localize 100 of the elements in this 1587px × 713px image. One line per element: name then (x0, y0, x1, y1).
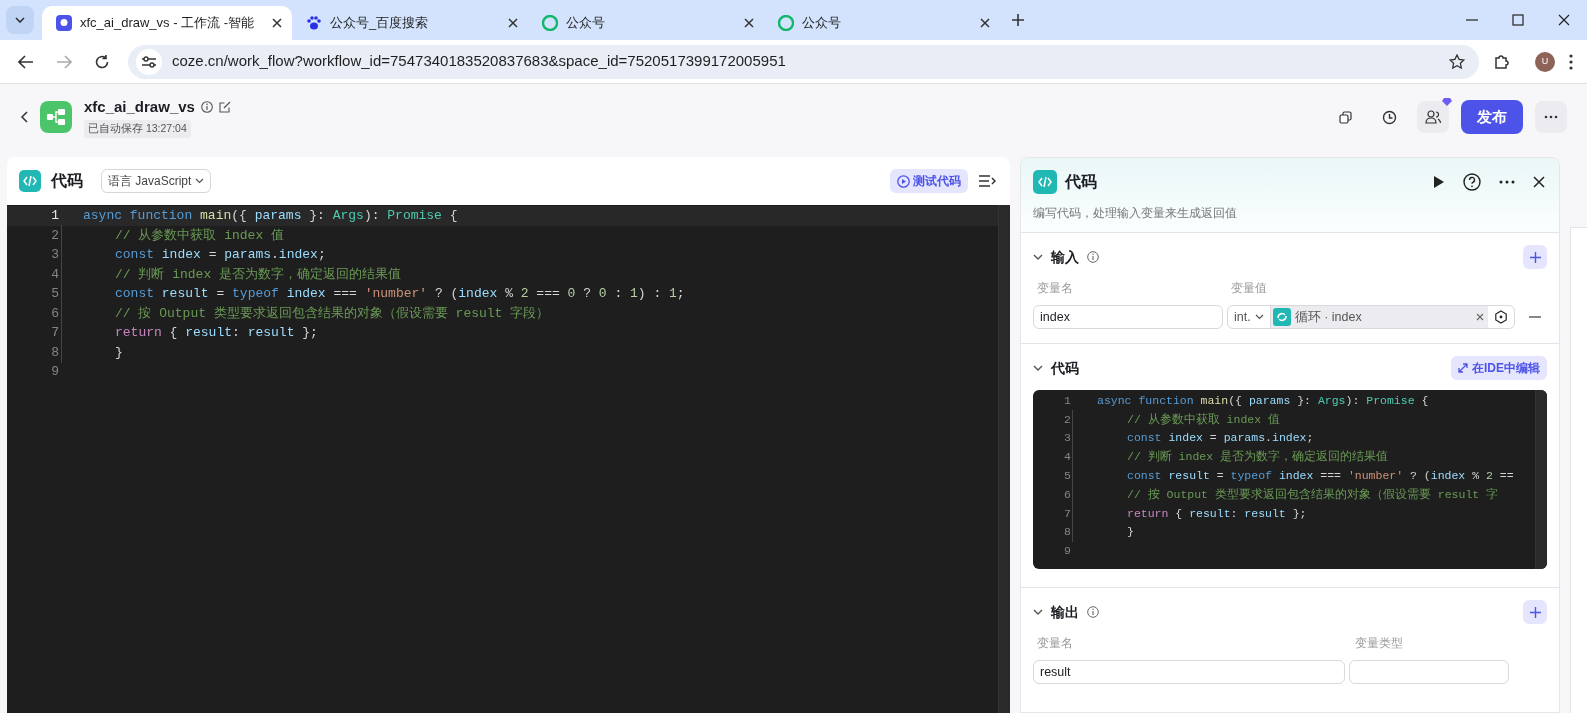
edit-icon[interactable] (218, 101, 231, 114)
chevron-down-icon (15, 17, 25, 23)
close-icon (980, 18, 990, 28)
section-title: 代码 (1051, 358, 1079, 378)
column-label: 变量名 (1037, 635, 1074, 653)
line-number: 5 (50, 285, 59, 303)
plus-icon (1012, 14, 1024, 26)
publish-button[interactable]: 发布 (1461, 99, 1523, 135)
copy-icon (1338, 110, 1352, 124)
code-text: const index = params.index; (59, 245, 326, 265)
code-text: const result = typeof index === 'number' ? (index % 2 == (1071, 466, 1514, 485)
chevron-icon[interactable] (1033, 252, 1043, 262)
code-text: } (1071, 523, 1134, 541)
line-number: 9 (1063, 543, 1071, 560)
tab-search-button[interactable] (6, 6, 34, 34)
loop-icon (1272, 308, 1291, 326)
line-number: 3 (1063, 430, 1071, 447)
close-tab-button[interactable] (980, 18, 990, 28)
expand-icon (1458, 363, 1468, 373)
tab-title: xfc_ai_draw_vs - 工作流 -智能 (80, 14, 256, 33)
autosave-status: 已自动保存 13:27:04 (84, 120, 191, 139)
play-circle-icon (897, 174, 910, 188)
code-text: // 判断 index 是否为数字，确定返回的结果值 (59, 264, 401, 284)
language-select[interactable]: 语言 JavaScript (101, 169, 212, 193)
panel-description: 编写代码，处理输入变量来生成返回值 (1033, 205, 1238, 222)
clock-icon (1381, 109, 1397, 125)
code-text: async function main({ params }: Args): Promise { (1096, 392, 1429, 409)
code-text: } (59, 342, 123, 362)
more-horizontal-icon (1544, 115, 1558, 119)
close-tab-button[interactable] (508, 18, 518, 28)
play-icon[interactable] (1433, 175, 1445, 189)
help-icon[interactable] (1463, 173, 1481, 191)
code-brackets-icon (1038, 176, 1052, 188)
info-icon[interactable] (200, 101, 213, 114)
value-field[interactable]: int. 循环 · index (1227, 305, 1515, 329)
line-number: 1 (1063, 392, 1071, 409)
code-text: // 按 Output 类型要求返回包含结果的对象（假设需要 result 字 (1071, 485, 1499, 503)
swirl-icon (542, 15, 558, 31)
more-horizontal-icon[interactable] (1499, 180, 1515, 184)
section-title: 输入 (1051, 247, 1079, 267)
tab-title: 公众号_百度搜索 (330, 14, 430, 33)
close-icon (1558, 14, 1570, 26)
tab-title: 公众号 (566, 14, 606, 33)
sliders-icon (142, 55, 156, 68)
close-tab-button[interactable] (744, 18, 754, 28)
line-number: 4 (1063, 449, 1071, 466)
line-number: 2 (1063, 411, 1071, 428)
collaborators-button[interactable] (1417, 101, 1449, 133)
close-icon (508, 18, 518, 28)
minus-icon (1529, 316, 1541, 318)
line-number: 1 (50, 207, 59, 225)
test-code-button[interactable]: 测试代码 (890, 169, 968, 193)
browser-tab[interactable]: xfc_ai_draw_vs - 工作流 -智能 (42, 6, 292, 40)
edit-in-ide-button[interactable]: 在IDE中编辑 (1451, 356, 1547, 380)
line-number: 6 (1063, 486, 1071, 503)
panel-title: 代码 (1065, 172, 1098, 192)
line-number: 8 (50, 343, 59, 362)
add-button[interactable] (1523, 245, 1547, 269)
variable-reference[interactable]: 循环 · index (1270, 306, 1488, 328)
section-title: 输出 (1051, 602, 1079, 622)
workflow-icon (47, 109, 65, 125)
paw-icon (306, 15, 322, 31)
profile-avatar[interactable]: U (1535, 51, 1555, 72)
code-text: // 按 Output 类型要求返回包含结果的对象（假设需要 result 字段） (59, 303, 550, 323)
more-vertical-icon[interactable] (1569, 53, 1573, 70)
collapse-panel-icon[interactable] (978, 174, 996, 188)
puzzle-icon[interactable] (1493, 52, 1511, 71)
close-icon[interactable] (1533, 176, 1545, 188)
diamond-badge-icon (1442, 98, 1452, 106)
add-button[interactable] (1523, 600, 1547, 625)
arrow-left-icon (18, 53, 34, 70)
chevron-down-icon (1254, 314, 1264, 320)
code-text: return { result: result }; (1071, 504, 1307, 522)
browser-tab[interactable]: 公众号 (764, 6, 1000, 40)
name-field[interactable]: result (1033, 660, 1345, 685)
column-label: 变量名 (1037, 280, 1074, 297)
browser-tab[interactable]: 公众号 (528, 6, 764, 40)
close-icon (272, 18, 282, 28)
line-number: 3 (50, 246, 59, 264)
maximize-icon (1512, 14, 1524, 26)
type-select[interactable]: int. (1228, 306, 1271, 328)
back-chevron-icon[interactable] (20, 111, 28, 123)
close-tab-button[interactable] (272, 18, 282, 28)
line-number: 9 (50, 363, 59, 381)
swirl-icon (778, 15, 794, 31)
tab-title: 公众号 (802, 14, 842, 33)
star-icon[interactable] (1449, 53, 1465, 70)
code-text: // 判断 index 是否为数字，确定返回的结果值 (1071, 448, 1388, 466)
code-text: return { result: result }; (59, 323, 318, 343)
line-number: 2 (50, 226, 59, 245)
target-icon (1494, 310, 1508, 324)
name-field[interactable]: index (1033, 305, 1223, 329)
plus-icon (1529, 606, 1541, 618)
editor-title: 代码 (51, 171, 83, 191)
browser-tab[interactable]: 公众号_百度搜索 (292, 6, 528, 40)
site-info-button[interactable] (136, 48, 162, 75)
code-text: async function main({ params }: Args): Promise { (82, 207, 458, 225)
people-icon (1425, 110, 1441, 124)
chevron-icon[interactable] (1033, 363, 1043, 373)
line-number: 8 (1063, 524, 1071, 541)
